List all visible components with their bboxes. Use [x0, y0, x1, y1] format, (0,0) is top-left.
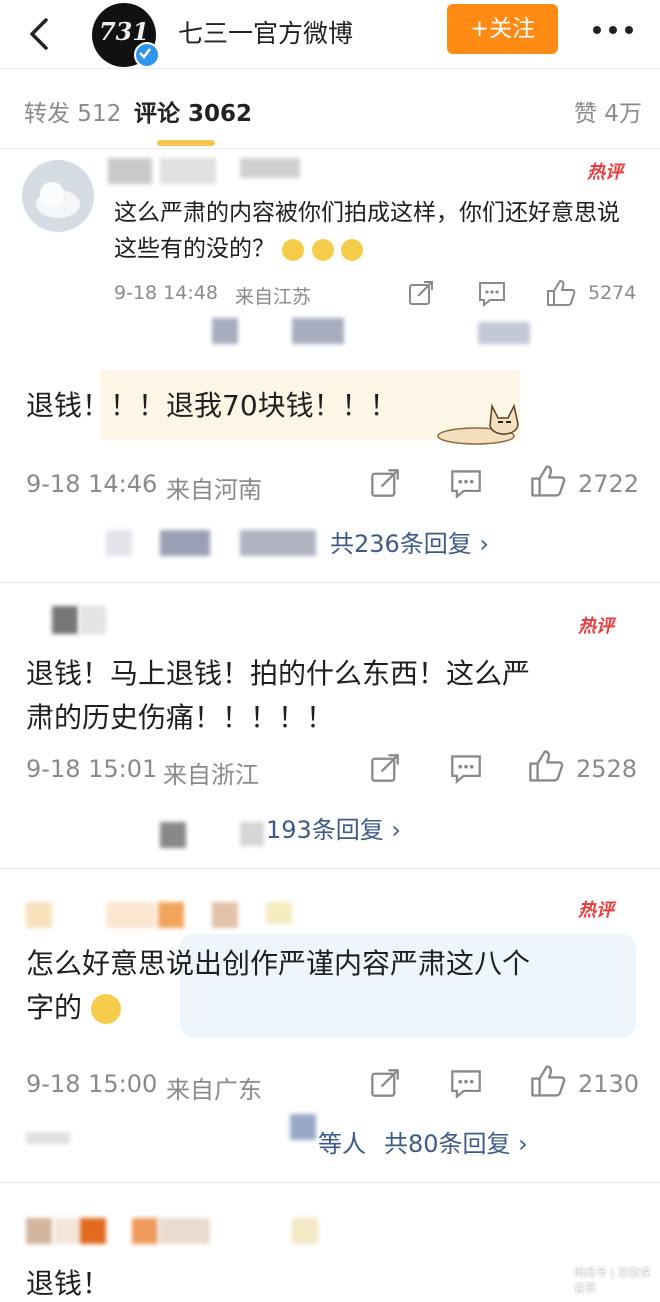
comment-divider: [0, 1182, 660, 1183]
hot-comment-badge: 热评: [587, 162, 623, 183]
comment-time: 9-18 14:48: [114, 282, 218, 304]
comment-icon[interactable]: [478, 281, 506, 307]
blurred-username: [108, 158, 152, 184]
repost-icon[interactable]: [408, 280, 434, 306]
commenter-avatar[interactable]: [22, 160, 94, 232]
active-tab-indicator: [157, 140, 215, 146]
replies-prefix: 等人: [318, 1130, 366, 1158]
tab-likes[interactable]: 赞 4万: [574, 94, 642, 128]
comment-location: 来自浙江: [163, 761, 259, 789]
more-options-icon[interactable]: [588, 20, 638, 40]
emoji-icon: [311, 238, 334, 261]
blurred-reply-avatars: [292, 318, 344, 344]
blurred-username: [80, 606, 106, 634]
blurred-reply-avatars: [106, 530, 132, 556]
like-count: 2722: [578, 470, 640, 498]
view-replies-link[interactable]: 共236条回复 ›: [330, 524, 489, 559]
view-replies-link[interactable]: 193条回复 ›: [266, 810, 401, 845]
comment-text: 退钱！！！退我70块钱！！！: [26, 389, 398, 422]
comment-location: 来自河南: [166, 476, 262, 504]
back-arrow-icon[interactable]: [20, 14, 60, 54]
comment-location: 来自江苏: [235, 286, 312, 308]
comment-time: 9-18 15:01: [26, 755, 158, 783]
comment-text-line2: 字的: [26, 986, 121, 1026]
tab-repost[interactable]: 转发 512: [24, 94, 121, 128]
tab-bar: 转发 512 评论 3062 赞 4万: [0, 70, 660, 149]
emoji-icon: [340, 238, 363, 261]
like-icon[interactable]: [546, 279, 576, 307]
like-count: 5274: [588, 282, 637, 304]
blurred-username: [212, 902, 238, 928]
like-icon[interactable]: [530, 464, 566, 498]
comment-time: 9-18 15:00: [26, 1070, 158, 1098]
account-name[interactable]: 七三一官方微博: [178, 14, 353, 50]
verified-icon: [134, 42, 160, 68]
comment-text: 退钱！马上退钱！拍的什么东西！这么严: [26, 657, 531, 690]
blurred-username: [106, 902, 156, 928]
hot-comment-badge: 热评: [578, 616, 614, 637]
follow-button[interactable]: +关注: [447, 4, 558, 54]
comment-location: 来自广东: [166, 1076, 262, 1104]
comment-time: 9-18 14:46: [26, 470, 158, 498]
blurred-username: [52, 606, 78, 634]
comment-text: 退钱！: [26, 1267, 111, 1300]
comment-divider: [0, 582, 660, 583]
like-icon[interactable]: [528, 749, 564, 783]
blurred-username: [54, 1218, 80, 1244]
blurred-reply-avatars: [26, 1132, 70, 1144]
like-count: 2130: [578, 1070, 640, 1098]
like-icon[interactable]: [530, 1064, 566, 1098]
blurred-reply-avatars: [160, 822, 186, 848]
comment-text: 肃的历史伤痛！！！！！: [26, 701, 335, 734]
blurred-username: [158, 1218, 210, 1244]
watermark: 网易号 | 悠悠说音界: [574, 1266, 651, 1295]
emoji-icon: [282, 238, 305, 261]
blurred-username: [132, 1218, 158, 1244]
blurred-username: [240, 158, 300, 178]
like-count: 2528: [576, 755, 638, 783]
blurred-username: [266, 902, 292, 924]
repost-icon[interactable]: [370, 1068, 400, 1098]
comment-icon[interactable]: [450, 754, 482, 784]
blurred-reply-avatars: [290, 1114, 316, 1140]
blurred-reply-avatars: [160, 530, 210, 556]
comment-text: 怎么好意思说出创作严谨内容严肃这八个: [26, 947, 531, 980]
sweat-smile-emoji-icon: [90, 994, 121, 1024]
blurred-username: [160, 158, 216, 184]
repost-icon[interactable]: [370, 753, 400, 783]
comment-icon[interactable]: [450, 469, 482, 499]
blurred-username: [26, 1218, 52, 1244]
blurred-reply-avatars: [478, 322, 530, 344]
blurred-username: [80, 1218, 106, 1244]
tab-comments[interactable]: 评论 3062: [134, 94, 252, 128]
blurred-reply-avatars: [212, 318, 238, 344]
blurred-username: [292, 1218, 318, 1244]
dog-sticker-icon: [437, 403, 519, 445]
blurred-username: [158, 902, 184, 928]
blurred-username: [26, 902, 52, 928]
view-replies-link[interactable]: 共80条回复 ›: [384, 1124, 528, 1159]
top-bar: 731 七三一官方微博 +关注: [0, 0, 660, 69]
blurred-reply-avatars: [240, 530, 316, 556]
comment-icon[interactable]: [450, 1069, 482, 1099]
comment-text: 这么严肃的内容被你们拍成这样，你们还好意思说这些有的没的？: [114, 200, 620, 262]
repost-icon[interactable]: [370, 468, 400, 498]
hot-comment-badge: 热评: [578, 900, 614, 921]
blurred-reply-avatars: [240, 822, 264, 846]
comment-divider: [0, 868, 660, 869]
